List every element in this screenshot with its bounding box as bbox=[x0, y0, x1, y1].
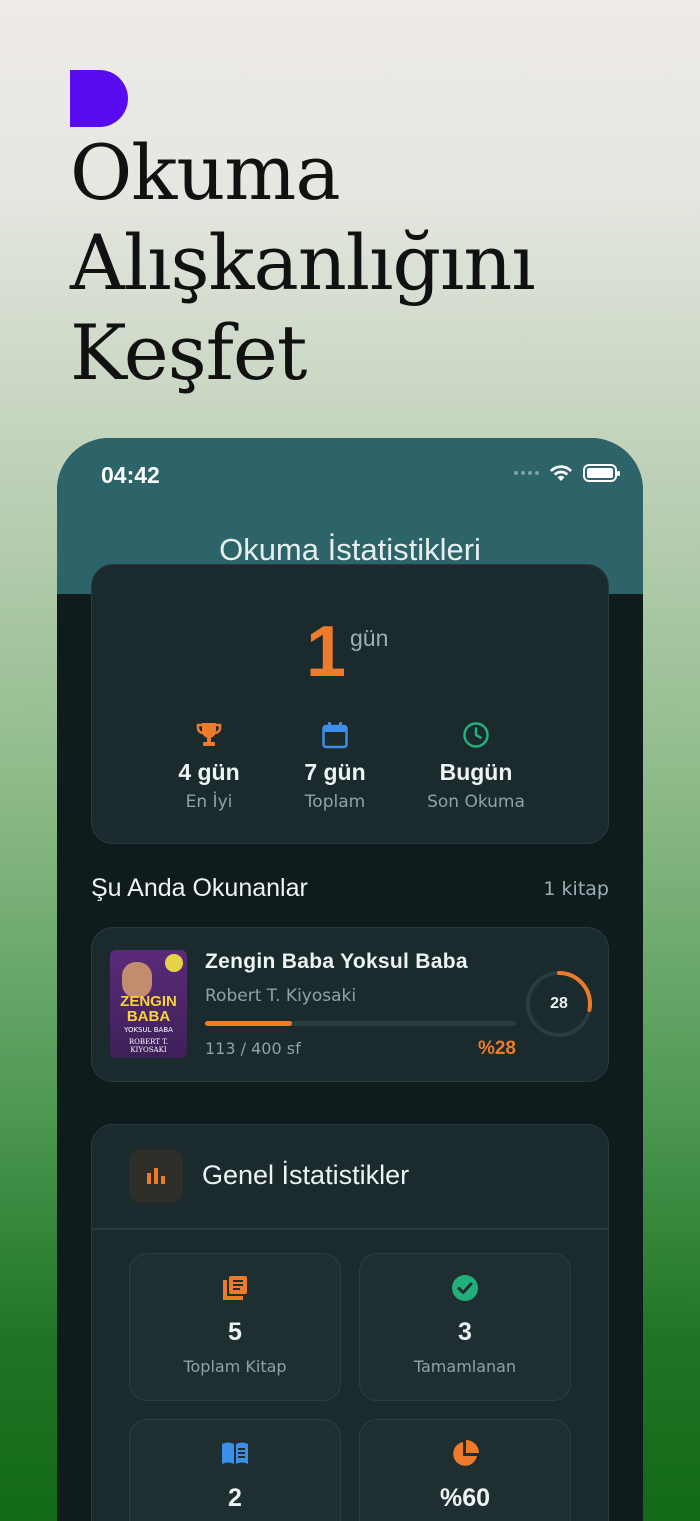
stat-total-value: 7 gün bbox=[304, 759, 366, 785]
book-cover: ZENGIN BABA YOKSUL BABA ROBERT T. KIYOSAK… bbox=[110, 950, 187, 1058]
headline-line-3: Keşfet bbox=[70, 308, 307, 397]
status-icons bbox=[514, 464, 620, 482]
divider bbox=[92, 1228, 608, 1230]
book-pages: 113 / 400 sf bbox=[205, 1039, 301, 1058]
general-stats-title: Genel İstatistikler bbox=[202, 1160, 410, 1190]
streak-value: 1 bbox=[306, 612, 347, 692]
tile-completion-rate: %60 bbox=[359, 1419, 571, 1521]
trophy-icon bbox=[196, 723, 222, 746]
stat-last-read-label: Son Okuma bbox=[427, 792, 525, 812]
pie-chart-icon bbox=[453, 1440, 479, 1466]
books-icon bbox=[223, 1276, 247, 1300]
status-time: 04:42 bbox=[101, 462, 160, 488]
page-title: Okuma İstatistikleri bbox=[219, 532, 481, 567]
wifi-icon bbox=[550, 465, 572, 481]
cover-subtitle: YOKSUL BABA bbox=[124, 1026, 173, 1034]
cover-author: ROBERT T. KIYOSAKI bbox=[128, 1038, 169, 1054]
stat-last-read-value: Bugün bbox=[439, 759, 513, 785]
progress-bar-fill bbox=[205, 1021, 293, 1026]
check-circle-icon bbox=[452, 1275, 478, 1301]
book-author: Robert T. Kiyosaki bbox=[205, 986, 357, 1006]
general-stats-card: Genel İstatistikler 5 Toplam Kitap 3 Tam… bbox=[91, 1124, 609, 1521]
calendar-icon bbox=[322, 722, 348, 749]
tile-completed-label: Tamamlanan bbox=[413, 1357, 517, 1376]
stat-total-label: Toplam bbox=[304, 792, 366, 812]
book-title: Zengin Baba Yoksul Baba bbox=[205, 950, 468, 973]
tile-reading-value: 2 bbox=[228, 1484, 242, 1512]
streak-card: 1 gün 4 gün En İyi 7 gün Toplam Bugün So… bbox=[91, 564, 609, 844]
currently-reading-title: Şu Anda Okunanlar bbox=[91, 874, 308, 902]
tile-total-books-value: 5 bbox=[228, 1318, 242, 1346]
battery-icon bbox=[583, 464, 620, 482]
clock-icon bbox=[463, 722, 489, 748]
tile-total-books: 5 Toplam Kitap bbox=[129, 1253, 341, 1401]
tile-reading: 2 bbox=[129, 1419, 341, 1521]
cover-title-2: BABA bbox=[126, 1008, 171, 1025]
tile-completion-rate-value: %60 bbox=[439, 1484, 491, 1512]
book-percent: %28 bbox=[477, 1038, 516, 1059]
book-card[interactable]: ZENGIN BABA YOKSUL BABA ROBERT T. KIYOSAK… bbox=[91, 927, 609, 1082]
tile-total-books-label: Toplam Kitap bbox=[183, 1357, 287, 1376]
brand-logo bbox=[70, 70, 128, 127]
tile-completed-value: 3 bbox=[458, 1318, 472, 1346]
headline-line-1: Okuma bbox=[70, 128, 341, 217]
progress-ring-label: 28 bbox=[550, 995, 568, 1012]
progress-bar bbox=[205, 1021, 516, 1026]
phone-screen: 04:42 Okuma İstatistikleri 1 gün 4 gün E… bbox=[57, 438, 643, 1521]
tile-completed: 3 Tamamlanan bbox=[359, 1253, 571, 1401]
stat-total: 7 gün Toplam bbox=[260, 721, 410, 812]
currently-reading-count: 1 kitap bbox=[543, 878, 609, 900]
bar-chart-icon bbox=[129, 1149, 183, 1203]
open-book-icon bbox=[222, 1442, 248, 1464]
streak-unit: gün bbox=[350, 625, 389, 651]
signal-icon bbox=[514, 471, 539, 475]
stat-last-read: Bugün Son Okuma bbox=[401, 721, 551, 812]
headline-line-2: Alışkanlığını bbox=[70, 218, 536, 307]
promo-headline: Okuma Alışkanlığını Keşfet bbox=[70, 128, 670, 398]
screen-body[interactable]: 1 gün 4 gün En İyi 7 gün Toplam Bugün So… bbox=[57, 564, 643, 1521]
